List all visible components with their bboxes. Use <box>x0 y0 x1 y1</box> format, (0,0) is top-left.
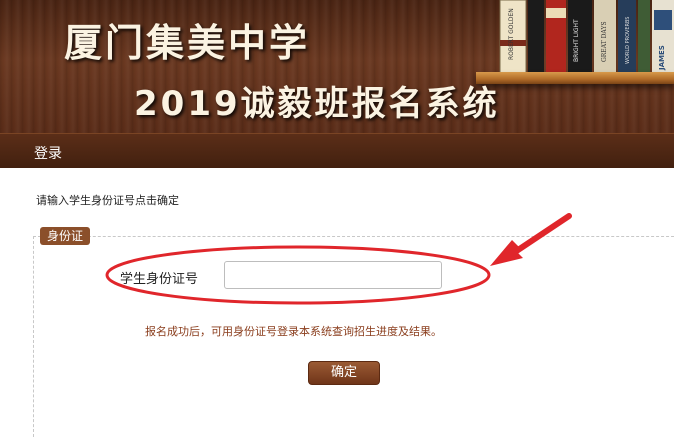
nav-bar: 登录 <box>0 133 674 168</box>
fieldset-legend: 身份证 <box>40 227 90 245</box>
book-spine-text: ROBERT GOLDEN <box>508 8 515 60</box>
book-spine-text: JAMES <box>658 45 666 71</box>
header-banner: ROBERT GOLDEN BRIGHT LIGHT GREAT DAYS WO… <box>0 0 674 133</box>
confirm-button[interactable]: 确定 <box>308 361 380 385</box>
bookshelf-image: ROBERT GOLDEN BRIGHT LIGHT GREAT DAYS WO… <box>499 0 674 75</box>
book-spine-text: BRIGHT LIGHT <box>573 19 580 62</box>
book-spine <box>638 0 650 74</box>
school-name: 厦门集美中学 <box>64 21 311 65</box>
nav-login-link[interactable]: 登录 <box>34 143 62 163</box>
book-spine-text: GREAT DAYS <box>601 21 608 62</box>
book-spine <box>568 0 592 74</box>
shelf-board <box>476 72 674 84</box>
registration-notice: 报名成功后，可用身份证号登录本系统查询招生进度及结果。 <box>145 325 442 338</box>
student-id-label: 学生身份证号 <box>120 272 199 287</box>
student-id-input[interactable] <box>224 261 442 289</box>
book-spine <box>528 0 544 74</box>
instruction-text: 请输入学生身份证号点击确定 <box>36 194 179 207</box>
book-spine-text: WORLD PROVERBS <box>625 17 631 65</box>
system-title: 2019诚毅班报名系统 <box>134 84 500 124</box>
